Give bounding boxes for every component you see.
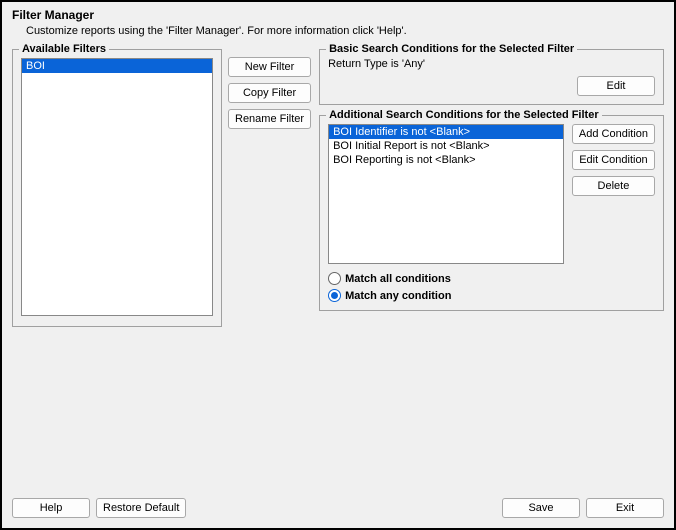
edit-condition-button[interactable]: Edit Condition bbox=[572, 150, 655, 170]
available-filters-list[interactable]: BOI bbox=[21, 58, 213, 316]
available-filters-label: Available Filters bbox=[19, 43, 109, 55]
condition-buttons: Add Condition Edit Condition Delete bbox=[572, 124, 655, 264]
list-item[interactable]: BOI bbox=[22, 59, 212, 73]
content: Available Filters BOI New Filter Copy Fi… bbox=[2, 41, 674, 490]
match-any-label: Match any condition bbox=[345, 290, 451, 302]
new-filter-button[interactable]: New Filter bbox=[228, 57, 311, 77]
edit-basic-button[interactable]: Edit bbox=[577, 76, 655, 96]
additional-conditions-label: Additional Search Conditions for the Sel… bbox=[326, 109, 602, 121]
list-item[interactable]: BOI Initial Report is not <Blank> bbox=[329, 139, 563, 153]
save-button[interactable]: Save bbox=[502, 498, 580, 518]
radio-icon bbox=[328, 272, 341, 285]
basic-conditions-text: Return Type is 'Any' bbox=[328, 58, 655, 70]
available-filters-group: Available Filters BOI bbox=[12, 49, 222, 327]
right-column: Basic Search Conditions for the Selected… bbox=[319, 49, 664, 490]
footer: Help Restore Default Save Exit bbox=[2, 490, 674, 528]
add-condition-button[interactable]: Add Condition bbox=[572, 124, 655, 144]
help-button[interactable]: Help bbox=[12, 498, 90, 518]
match-any-row[interactable]: Match any condition bbox=[328, 289, 655, 302]
delete-condition-button[interactable]: Delete bbox=[572, 176, 655, 196]
restore-default-button[interactable]: Restore Default bbox=[96, 498, 186, 518]
list-item[interactable]: BOI Reporting is not <Blank> bbox=[329, 153, 563, 167]
radio-icon bbox=[328, 289, 341, 302]
basic-conditions-group: Basic Search Conditions for the Selected… bbox=[319, 49, 664, 105]
match-all-label: Match all conditions bbox=[345, 273, 451, 285]
basic-conditions-label: Basic Search Conditions for the Selected… bbox=[326, 43, 577, 55]
left-column: Available Filters BOI New Filter Copy Fi… bbox=[12, 49, 311, 490]
rename-filter-button[interactable]: Rename Filter bbox=[228, 109, 311, 129]
additional-conditions-group: Additional Search Conditions for the Sel… bbox=[319, 115, 664, 311]
header: Filter Manager Customize reports using t… bbox=[2, 2, 674, 41]
match-radios: Match all conditions Match any condition bbox=[328, 272, 655, 302]
page-title: Filter Manager bbox=[12, 8, 664, 22]
filter-buttons: New Filter Copy Filter Rename Filter bbox=[228, 49, 311, 490]
copy-filter-button[interactable]: Copy Filter bbox=[228, 83, 311, 103]
list-item[interactable]: BOI Identifier is not <Blank> bbox=[329, 125, 563, 139]
match-all-row[interactable]: Match all conditions bbox=[328, 272, 655, 285]
page-subtitle: Customize reports using the 'Filter Mana… bbox=[12, 22, 664, 37]
exit-button[interactable]: Exit bbox=[586, 498, 664, 518]
filter-manager-window: Filter Manager Customize reports using t… bbox=[0, 0, 676, 530]
additional-conditions-list[interactable]: BOI Identifier is not <Blank>BOI Initial… bbox=[328, 124, 564, 264]
